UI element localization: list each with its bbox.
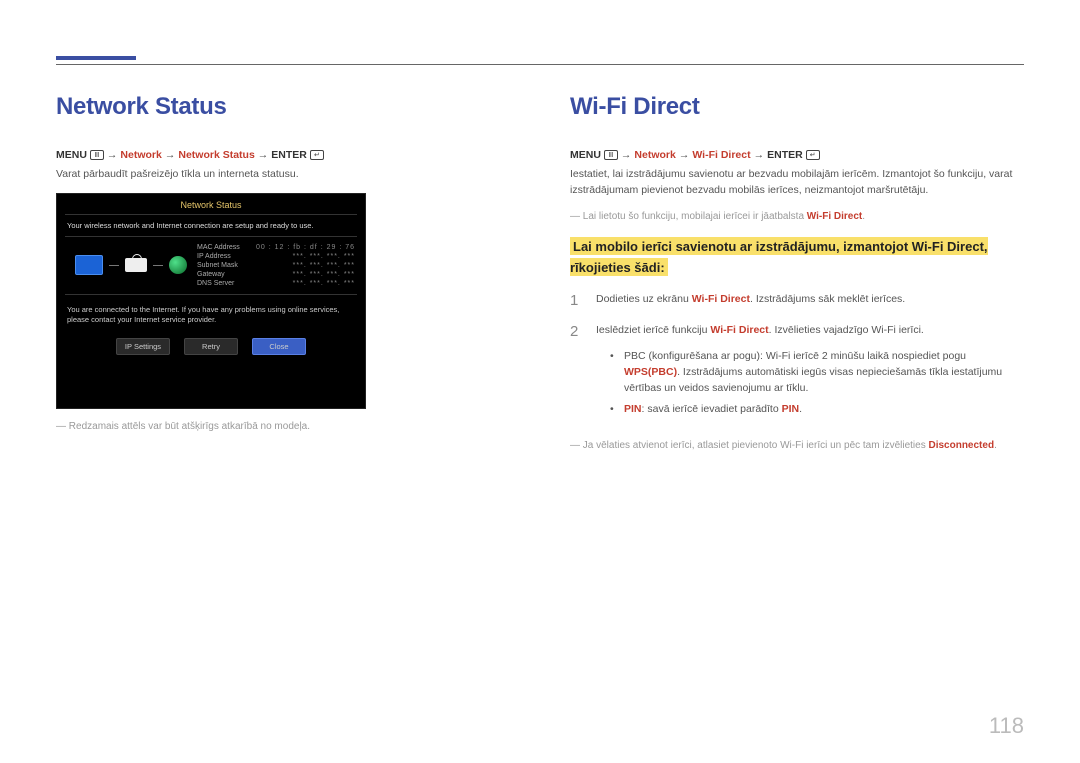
step-2: 2 Ieslēdziet ierīcē funkciju Wi-Fi Direc… [570, 323, 1024, 424]
section-marker [56, 56, 136, 60]
menu-path-network-status: MENU Ⅲ → Network → Network Status → ENTE… [56, 149, 510, 161]
bullet-pbc: • PBC (konfigurēšana ar pogu): Wi-Fi ier… [610, 349, 1024, 396]
link-icon [153, 265, 163, 266]
note-text: Lai lietotu šo funkciju, mobilajai ierīc… [583, 211, 807, 222]
disconnect-note: ― Ja vēlaties atvienot ierīci, atlasiet … [570, 438, 1024, 453]
manual-page: Network Status MENU Ⅲ → Network → Networ… [0, 0, 1080, 453]
arrow-icon: → [258, 149, 269, 161]
menu-grid-icon: Ⅲ [604, 150, 618, 160]
screenshot-title: Network Status [57, 194, 365, 214]
enter-label: ENTER [767, 149, 803, 161]
enter-icon: ↵ [806, 150, 820, 160]
arrow-icon: → [621, 149, 632, 161]
info-value: ***. ***. ***. *** [293, 280, 355, 287]
heading-wifi-direct: Wi-Fi Direct [570, 93, 1024, 121]
network-info-table: MAC Address 00 : 12 : fb : df : 29 : 76 I… [197, 243, 355, 288]
screenshot-middle-row: MAC Address 00 : 12 : fb : df : 29 : 76 I… [57, 237, 365, 294]
arrow-icon: → [107, 149, 118, 161]
support-note: ― Lai lietotu šo funkciju, mobilajai ier… [570, 209, 1024, 224]
menu-grid-icon: Ⅲ [90, 150, 104, 160]
note-text: Ja vēlaties atvienot ierīci, atlasiet pi… [583, 440, 929, 451]
info-value: 00 : 12 : fb : df : 29 : 76 [256, 244, 355, 251]
note-emphasis: Wi-Fi Direct [807, 211, 862, 222]
info-label: IP Address [197, 253, 231, 260]
bullet-list: • PBC (konfigurēšana ar pogu): Wi-Fi ier… [596, 349, 1024, 418]
enter-label: ENTER [271, 149, 307, 161]
screenshot-top-message: Your wireless network and Internet conne… [57, 215, 365, 236]
close-button: Close [252, 338, 306, 355]
left-column: Network Status MENU Ⅲ → Network → Networ… [56, 93, 510, 453]
network-status-screenshot: Network Status Your wireless network and… [56, 193, 366, 409]
step-number: 1 [570, 292, 582, 309]
info-value: ***. ***. ***. *** [293, 262, 355, 269]
path-segment: Network [120, 149, 161, 161]
heading-network-status: Network Status [56, 93, 510, 121]
connection-diagram [75, 255, 187, 275]
tv-icon [75, 255, 103, 275]
step-body: Ieslēdziet ierīcē funkciju Wi-Fi Direct.… [596, 323, 1024, 424]
description-text: Iestatiet, lai izstrādājumu savienotu ar… [570, 167, 1024, 199]
info-label: MAC Address [197, 244, 240, 251]
arrow-icon: → [754, 149, 765, 161]
description-text: Varat pārbaudīt pašreizējo tīkla un inte… [56, 167, 510, 183]
enter-icon: ↵ [310, 150, 324, 160]
menu-label: MENU [570, 149, 601, 161]
info-value: ***. ***. ***. *** [293, 253, 355, 260]
path-segment: Network Status [178, 149, 254, 161]
two-column-layout: Network Status MENU Ⅲ → Network → Networ… [56, 93, 1024, 453]
highlight-text: Lai mobilo ierīci savienotu ar izstrādāj… [570, 237, 988, 276]
menu-label: MENU [56, 149, 87, 161]
highlighted-heading: Lai mobilo ierīci savienotu ar izstrādāj… [570, 236, 1024, 279]
arrow-icon: → [165, 149, 176, 161]
arrow-icon: → [679, 149, 690, 161]
info-label: DNS Server [197, 280, 234, 287]
globe-icon [169, 256, 187, 274]
ip-settings-button: IP Settings [116, 338, 170, 355]
retry-button: Retry [184, 338, 238, 355]
path-segment: Network [634, 149, 675, 161]
steps-list: 1 Dodieties uz ekrānu Wi-Fi Direct. Izst… [570, 292, 1024, 424]
footnote: ― Redzamais attēls var būt atšķirīgs atk… [56, 419, 510, 434]
right-column: Wi-Fi Direct MENU Ⅲ → Network → Wi-Fi Di… [570, 93, 1024, 453]
page-number: 118 [989, 713, 1024, 739]
info-label: Gateway [197, 271, 225, 278]
step-1: 1 Dodieties uz ekrānu Wi-Fi Direct. Izst… [570, 292, 1024, 309]
info-label: Subnet Mask [197, 262, 238, 269]
step-number: 2 [570, 323, 582, 424]
info-value: ***. ***. ***. *** [293, 271, 355, 278]
router-icon [125, 258, 147, 272]
link-icon [109, 265, 119, 266]
menu-path-wifi-direct: MENU Ⅲ → Network → Wi-Fi Direct → ENTER … [570, 149, 1024, 161]
path-segment: Wi-Fi Direct [692, 149, 750, 161]
footnote-text: Redzamais attēls var būt atšķirīgs atkar… [69, 421, 310, 432]
note-emphasis: Disconnected [928, 440, 994, 451]
bullet-pin: • PIN: savā ierīcē ievadiet parādīto PIN… [610, 402, 1024, 418]
screenshot-bottom-message: You are connected to the Internet. If yo… [57, 295, 365, 331]
screenshot-button-row: IP Settings Retry Close [57, 330, 365, 365]
step-body: Dodieties uz ekrānu Wi-Fi Direct. Izstrā… [596, 292, 1024, 309]
horizontal-rule [56, 64, 1024, 65]
